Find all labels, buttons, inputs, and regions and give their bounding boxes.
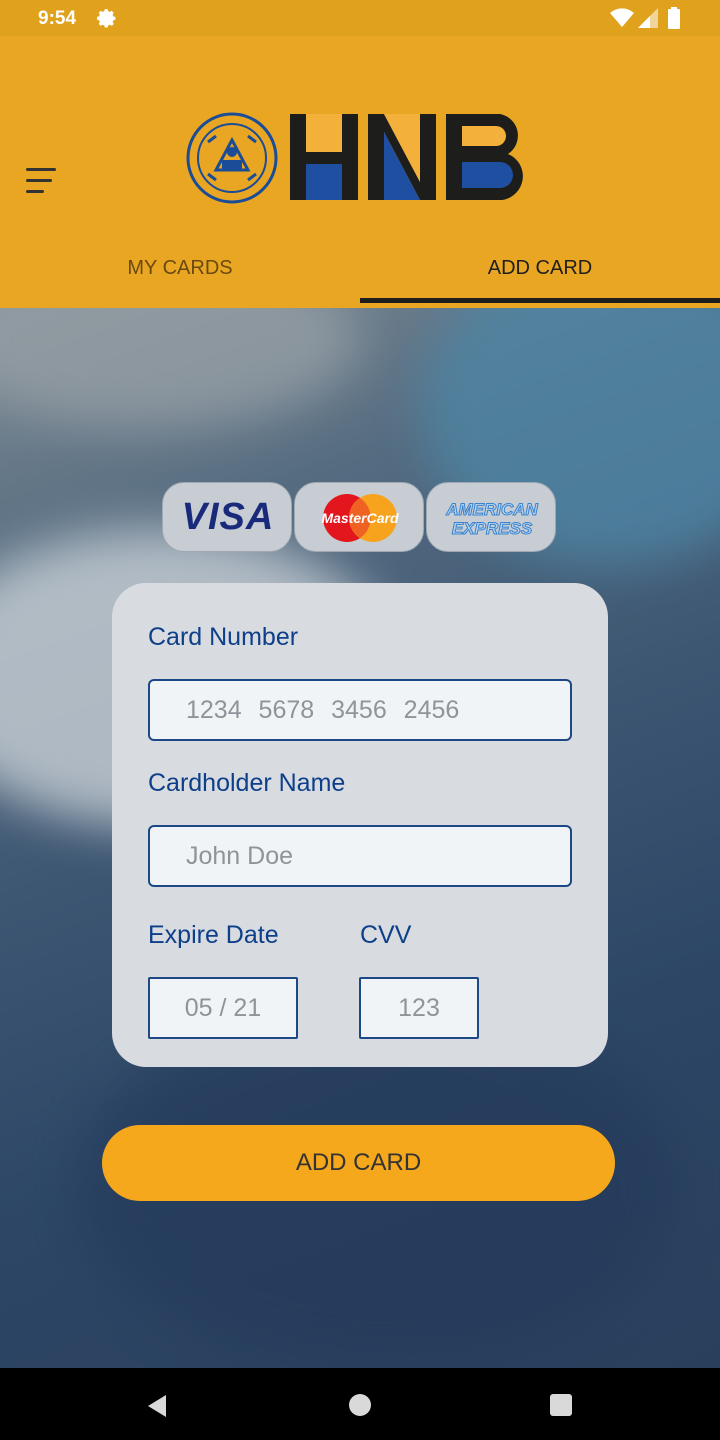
gear-icon	[97, 9, 116, 28]
card-brands: VISA MasterCard AMERICAN EXPRESS	[160, 482, 560, 554]
cardholder-name-label: Cardholder Name	[148, 769, 346, 797]
recents-icon[interactable]	[550, 1394, 572, 1416]
expire-date-input[interactable]	[148, 977, 298, 1039]
hnb-wordmark	[290, 114, 523, 200]
card-form: Card Number Cardholder Name Expire Date …	[112, 583, 608, 1067]
cardholder-name-input[interactable]	[148, 825, 572, 887]
cvv-input[interactable]	[359, 977, 479, 1039]
status-time: 9:54	[38, 8, 77, 29]
mastercard-logo: MasterCard	[294, 482, 424, 552]
active-tab-indicator	[360, 298, 720, 303]
system-nav-bar	[0, 1368, 720, 1440]
tab-add-card[interactable]: ADD CARD	[360, 236, 720, 302]
tab-my-cards[interactable]: MY CARDS	[0, 236, 360, 302]
battery-icon	[668, 7, 680, 29]
hnb-seal-logo	[186, 112, 278, 204]
background-blur	[0, 308, 360, 428]
amex-logo: AMERICAN EXPRESS	[426, 482, 556, 552]
signal-icon	[638, 8, 658, 28]
card-number-label: Card Number	[148, 623, 299, 651]
app-header: MY CARDS ADD CARD	[0, 36, 720, 308]
card-number-input[interactable]	[148, 679, 572, 741]
visa-logo: VISA	[162, 482, 292, 552]
expire-date-label: Expire Date	[148, 921, 279, 949]
back-icon[interactable]	[146, 1394, 168, 1418]
svg-text:AMERICAN: AMERICAN	[445, 500, 538, 519]
svg-text:EXPRESS: EXPRESS	[452, 519, 533, 538]
status-bar: 9:54	[0, 0, 720, 36]
cvv-label: CVV	[360, 921, 412, 949]
menu-icon[interactable]	[26, 168, 58, 198]
add-card-button[interactable]: ADD CARD	[102, 1125, 615, 1201]
home-icon[interactable]	[349, 1394, 371, 1416]
wifi-icon	[610, 8, 634, 27]
tab-bar: MY CARDS ADD CARD	[0, 236, 720, 308]
add-card-screen: VISA MasterCard AMERICAN EXPRESS Card Nu…	[0, 308, 720, 1368]
svg-text:MasterCard: MasterCard	[321, 510, 398, 526]
